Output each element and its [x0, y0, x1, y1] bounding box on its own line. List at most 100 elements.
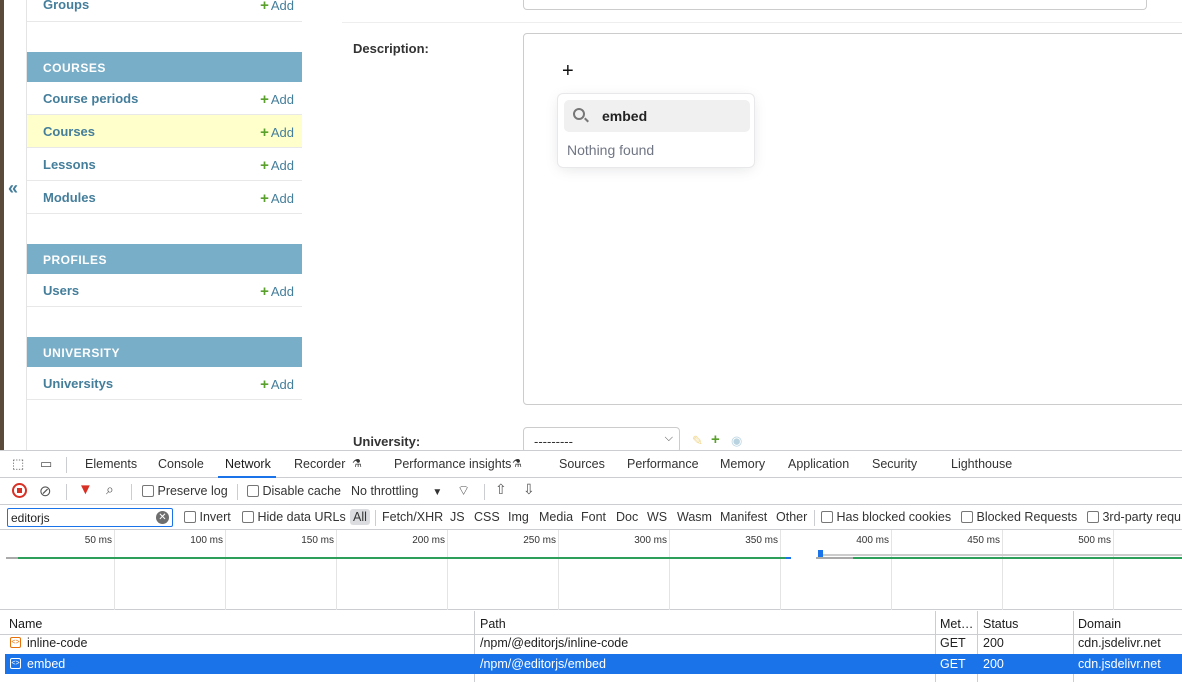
search-icon[interactable]: ⌕ — [106, 481, 114, 498]
section-caption-profiles[interactable]: PROFILES — [27, 244, 302, 274]
view-related-icon[interactable]: ◉ — [731, 433, 742, 449]
devtools-panel: ⬚ ▭ Elements Console Network Recorder ⚗ … — [0, 450, 1182, 682]
sidebar-item-lessons[interactable]: Lessons + Add — [27, 148, 302, 181]
type-filter-img[interactable]: Img — [508, 510, 529, 524]
tab-elements[interactable]: Elements — [85, 457, 137, 471]
column-method[interactable]: Met… — [940, 617, 973, 631]
tab-memory[interactable]: Memory — [720, 457, 765, 471]
tab-recorder[interactable]: Recorder — [294, 457, 345, 471]
search-icon — [573, 108, 585, 120]
sidebar-item-label[interactable]: Courses — [43, 124, 95, 139]
description-editor[interactable] — [523, 33, 1182, 405]
filter-value[interactable]: editorjs — [11, 511, 50, 525]
timeline-gridline — [114, 530, 115, 610]
add-link[interactable]: + Add — [260, 124, 294, 141]
checkbox-box[interactable] — [961, 511, 973, 523]
sidebar-item-users[interactable]: Users + Add — [27, 274, 302, 307]
network-conditions-icon[interactable]: ⌔ — [457, 482, 470, 500]
type-filter-css[interactable]: CSS — [474, 510, 500, 524]
toolbox-search-value[interactable]: embed — [602, 108, 647, 124]
sidebar-item-label[interactable]: Groups — [43, 0, 89, 12]
sidebar-item-universitys[interactable]: Universitys + Add — [27, 367, 302, 400]
sidebar-item-label[interactable]: Universitys — [43, 376, 113, 391]
sidebar-item-label[interactable]: Modules — [43, 190, 96, 205]
checkbox-box[interactable] — [242, 511, 254, 523]
table-row[interactable]: <> inline-code /npm/@editorjs/inline-cod… — [5, 634, 1182, 654]
previous-textarea[interactable] — [523, 0, 1147, 10]
checkbox-box[interactable] — [184, 511, 196, 523]
sidebar-item-label[interactable]: Lessons — [43, 157, 96, 172]
column-domain[interactable]: Domain — [1078, 617, 1121, 631]
tab-console[interactable]: Console — [158, 457, 204, 471]
hide-data-urls-checkbox[interactable]: Hide data URLs — [242, 510, 346, 524]
type-filter-ws[interactable]: WS — [647, 510, 667, 524]
tab-application[interactable]: Application — [788, 457, 849, 471]
record-stop-icon[interactable] — [12, 483, 27, 498]
sidebar-item-label[interactable]: Course periods — [43, 91, 138, 106]
editor-plus-button[interactable]: + — [562, 60, 574, 83]
checkbox-box[interactable] — [821, 511, 833, 523]
tab-performance[interactable]: Performance — [627, 457, 699, 471]
collapse-sidebar-icon[interactable]: « — [8, 178, 18, 199]
checkbox-box[interactable] — [247, 485, 259, 497]
type-filter-wasm[interactable]: Wasm — [677, 510, 712, 524]
type-filter-fetch-xhr[interactable]: Fetch/XHR — [382, 510, 443, 524]
filter-input[interactable]: editorjs ✕ — [7, 508, 173, 527]
sidebar-item-course-periods[interactable]: Course periods + Add — [27, 82, 302, 115]
add-link[interactable]: + Add — [260, 0, 294, 14]
type-filter-doc[interactable]: Doc — [616, 510, 638, 524]
clear-filter-icon[interactable]: ✕ — [156, 511, 169, 524]
add-link[interactable]: + Add — [260, 91, 294, 108]
type-filter-other[interactable]: Other — [776, 510, 807, 524]
column-status[interactable]: Status — [983, 617, 1018, 631]
preserve-log-label: Preserve log — [157, 484, 228, 498]
add-link[interactable]: + Add — [260, 157, 294, 174]
section-caption-university[interactable]: UNIVERSITY — [27, 337, 302, 367]
timeline-bar — [823, 554, 1182, 556]
type-filter-js[interactable]: JS — [450, 510, 465, 524]
sidebar-item-modules[interactable]: Modules + Add — [27, 181, 302, 214]
timeline-tick: 100 ms — [190, 535, 223, 546]
edit-related-icon[interactable]: ✎ — [692, 433, 703, 449]
sidebar-item-groups[interactable]: Groups + Add — [27, 0, 302, 22]
throttling-select[interactable]: No throttling ▼ — [351, 484, 442, 498]
section-caption-courses[interactable]: COURSES — [27, 52, 302, 82]
checkbox-box[interactable] — [1087, 511, 1099, 523]
checkbox-box[interactable] — [142, 485, 154, 497]
sidebar-item-label[interactable]: Users — [43, 283, 79, 298]
device-toolbar-icon[interactable]: ▭ — [40, 456, 52, 472]
export-har-icon[interactable]: ⇩ — [523, 481, 535, 498]
tab-lighthouse[interactable]: Lighthouse — [951, 457, 1012, 471]
filter-icon[interactable]: ▼ — [78, 481, 93, 498]
tab-performance-insights[interactable]: Performance insights — [394, 457, 511, 471]
toolbox-search-field[interactable]: embed — [564, 100, 750, 132]
blocked-requests-checkbox[interactable]: Blocked Requests — [961, 510, 1077, 524]
add-related-icon[interactable]: + — [711, 431, 720, 448]
column-name[interactable]: Name — [9, 617, 42, 631]
block-toolbox-popover: embed Nothing found — [557, 93, 755, 168]
type-filter-manifest[interactable]: Manifest — [720, 510, 767, 524]
tab-sources[interactable]: Sources — [559, 457, 605, 471]
add-link[interactable]: + Add — [260, 376, 294, 393]
clear-icon[interactable]: ⊘ — [39, 482, 52, 500]
type-filter-all[interactable]: All — [350, 509, 370, 525]
table-row-selected[interactable]: <> embed /npm/@editorjs/embed GET 200 cd… — [5, 654, 1182, 674]
invert-checkbox[interactable]: Invert — [184, 510, 231, 524]
column-path[interactable]: Path — [480, 617, 506, 631]
import-har-icon[interactable]: ⇧ — [495, 481, 507, 498]
tab-network[interactable]: Network — [225, 457, 271, 471]
tab-security[interactable]: Security — [872, 457, 917, 471]
network-timeline-overview[interactable]: 50 ms 100 ms 150 ms 200 ms 250 ms 300 ms… — [0, 530, 1182, 610]
type-filter-media[interactable]: Media — [539, 510, 573, 524]
sidebar-item-courses[interactable]: Courses + Add — [27, 115, 302, 148]
type-filter-font[interactable]: Font — [581, 510, 606, 524]
preserve-log-checkbox[interactable]: Preserve log — [142, 484, 228, 498]
add-link[interactable]: + Add — [260, 283, 294, 300]
plus-icon: + — [260, 124, 269, 141]
timeline-gridline — [558, 530, 559, 610]
disable-cache-checkbox[interactable]: Disable cache — [247, 484, 341, 498]
inspect-element-icon[interactable]: ⬚ — [12, 456, 24, 472]
third-party-checkbox[interactable]: 3rd-party requ — [1087, 510, 1181, 524]
add-link[interactable]: + Add — [260, 190, 294, 207]
has-blocked-cookies-checkbox[interactable]: Has blocked cookies — [821, 510, 951, 524]
